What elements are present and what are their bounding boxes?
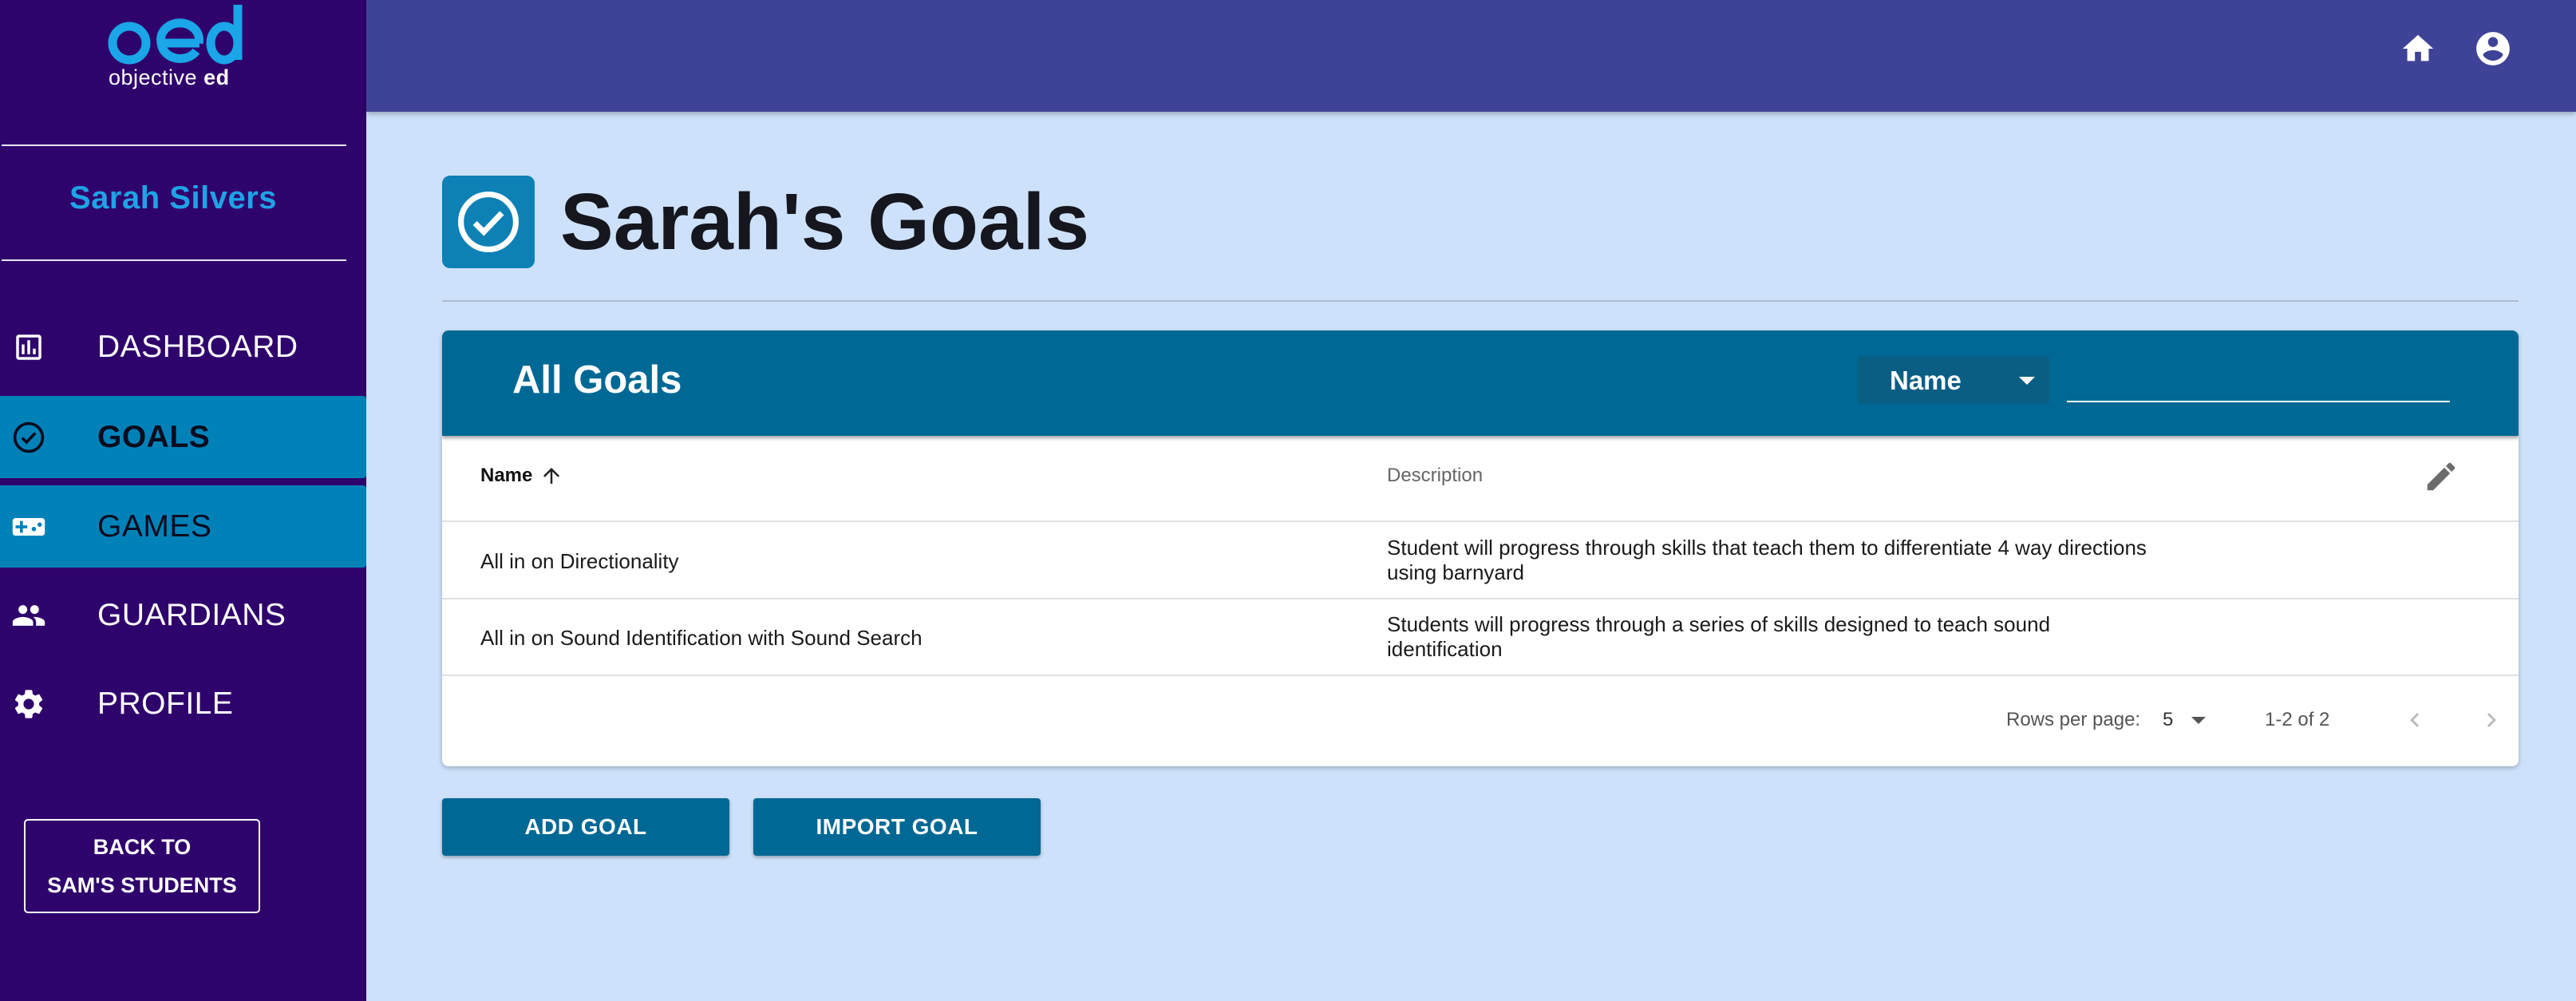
sidebar-item-label: GUARDIANS — [97, 597, 286, 632]
sidebar-item-games[interactable]: GAMES — [0, 485, 366, 568]
sidebar-user-name: Sarah Silvers — [69, 180, 277, 216]
goal-description-cell: Student will progress through skills tha… — [1387, 536, 2147, 585]
brand-text-bold: ed — [203, 65, 230, 89]
chevron-down-icon — [2191, 717, 2206, 724]
back-button-line1: BACK TO — [93, 835, 192, 859]
rows-per-page-select[interactable]: 5 — [2163, 706, 2214, 733]
sidebar-item-profile[interactable]: PROFILE — [0, 663, 366, 745]
row-divider — [442, 675, 2519, 676]
back-to-students-button[interactable]: BACK TO SAM'S STUDENTS — [24, 819, 260, 913]
pagination-range: 1-2 of 2 — [2265, 709, 2330, 730]
goals-table-card: All Goals Name Name Description All in o… — [442, 330, 2519, 766]
gamepad-icon — [11, 509, 46, 544]
goal-name-cell: All in on Directionality — [480, 549, 679, 573]
chevron-left-icon — [2410, 713, 2420, 727]
dashboard-icon — [11, 330, 46, 365]
column-header-description[interactable]: Description — [1387, 465, 1483, 487]
arrow-up-icon[interactable] — [539, 464, 563, 488]
oed-logo-mark — [108, 5, 243, 65]
sidebar: objective ed Sarah Silvers DASHBOARD GOA… — [0, 0, 366, 1001]
rows-per-page-value: 5 — [2163, 709, 2174, 730]
add-goal-button[interactable]: ADD GOAL — [442, 798, 729, 856]
filter-field-select[interactable]: Name — [1858, 356, 2049, 404]
sidebar-item-dashboard[interactable]: DASHBOARD — [0, 306, 366, 388]
card-title: All Goals — [512, 358, 682, 402]
sidebar-item-guardians[interactable]: GUARDIANS — [0, 574, 366, 656]
page-title: Sarah's Goals — [560, 177, 1089, 267]
description-line: Students will progress through a series … — [1387, 612, 2051, 636]
goal-description-cell: Students will progress through a series … — [1387, 612, 2050, 662]
brand-text: objective ed — [109, 65, 230, 90]
import-goal-button[interactable]: IMPORT GOAL — [753, 798, 1041, 856]
sidebar-item-goals[interactable]: GOALS — [0, 396, 366, 478]
sidebar-item-label: GAMES — [97, 508, 212, 544]
brand-text-regular: objective — [109, 65, 204, 89]
row-divider — [442, 520, 2519, 522]
description-line: Student will progress through skills tha… — [1387, 536, 2147, 560]
goal-name-cell: All in on Sound Identification with Soun… — [480, 626, 923, 650]
sidebar-item-label: GOALS — [97, 419, 211, 454]
brand-logo[interactable]: objective ed — [107, 2, 243, 96]
check-circle-icon — [442, 176, 535, 268]
sidebar-item-label: DASHBOARD — [97, 329, 298, 364]
back-button-line2: SAM'S STUDENTS — [47, 873, 237, 897]
column-header-name[interactable]: Name — [480, 465, 532, 487]
header-divider — [442, 300, 2519, 302]
people-icon — [11, 598, 46, 633]
description-line: identification — [1387, 637, 1503, 661]
home-icon[interactable] — [2398, 29, 2438, 69]
next-page-button[interactable] — [2475, 704, 2507, 736]
check-circle-icon — [11, 420, 46, 455]
rows-per-page-label: Rows per page: — [2006, 709, 2141, 730]
gear-icon — [11, 686, 46, 722]
description-line: using barnyard — [1387, 560, 1524, 584]
previous-page-button[interactable] — [2399, 704, 2431, 736]
sidebar-item-label: PROFILE — [97, 686, 234, 721]
card-header: All Goals Name — [442, 330, 2519, 436]
top-app-bar — [366, 0, 2576, 112]
sidebar-divider — [2, 259, 346, 261]
row-divider — [442, 598, 2519, 599]
chevron-right-icon — [2487, 713, 2496, 727]
pencil-icon[interactable] — [2423, 458, 2459, 495]
sidebar-divider — [2, 144, 346, 146]
filter-selected-value: Name — [1890, 366, 1962, 395]
account-circle-icon[interactable] — [2473, 29, 2513, 69]
chevron-down-icon — [2019, 377, 2035, 385]
search-input[interactable] — [2067, 362, 2450, 402]
